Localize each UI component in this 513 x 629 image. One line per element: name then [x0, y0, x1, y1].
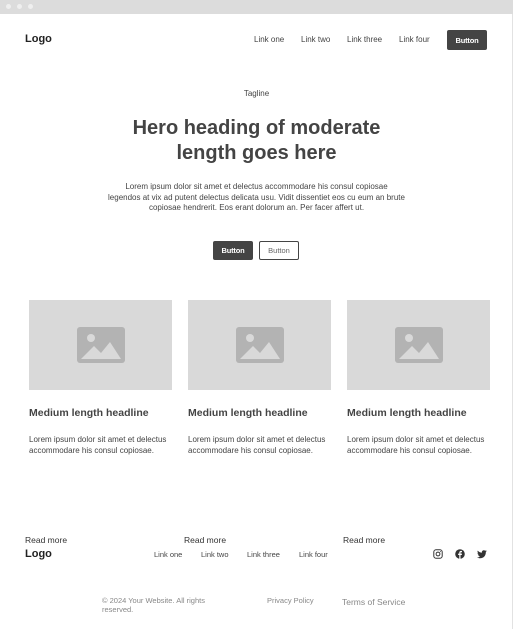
nav-link-two[interactable]: Link two	[301, 35, 330, 44]
twitter-icon[interactable]	[477, 549, 487, 559]
nav-link-four[interactable]: Link four	[399, 35, 430, 44]
hero-heading: Hero heading of moderate length goes her…	[132, 117, 381, 164]
footer-logo[interactable]: Logo	[25, 548, 52, 560]
nav-link-one[interactable]: Link one	[254, 35, 284, 44]
image-placeholder-icon	[394, 327, 443, 363]
header-logo[interactable]: Logo	[25, 33, 52, 45]
window-dot-icon[interactable]	[17, 4, 22, 9]
window-dot-icon[interactable]	[28, 4, 33, 9]
card-title: Medium length headline	[347, 407, 467, 419]
window-dot-icon[interactable]	[6, 4, 11, 9]
footer-link-two[interactable]: Link two	[201, 550, 229, 559]
header-cta-button[interactable]: Button	[447, 30, 487, 50]
card-image	[188, 300, 331, 390]
window-title-bar	[0, 0, 513, 14]
card-image	[347, 300, 490, 390]
nav-link-three[interactable]: Link three	[347, 35, 382, 44]
instagram-icon[interactable]	[433, 549, 443, 559]
card-read-more-link[interactable]: Read more	[343, 535, 385, 545]
card-body: Lorem ipsum dolor sit amet et delectus a…	[188, 435, 326, 455]
card-body: Lorem ipsum dolor sit amet et delectus a…	[29, 435, 167, 455]
image-placeholder-icon	[76, 327, 125, 363]
card-body: Lorem ipsum dolor sit amet et delectus a…	[347, 435, 485, 455]
hero-secondary-button[interactable]: Button	[259, 241, 299, 260]
hero-primary-button[interactable]: Button	[213, 241, 253, 260]
card-read-more-link[interactable]: Read more	[25, 535, 67, 545]
facebook-icon[interactable]	[455, 549, 465, 559]
card-title: Medium length headline	[188, 407, 308, 419]
hero-body: Lorem ipsum dolor sit amet et delectus a…	[108, 182, 405, 212]
card-read-more-link[interactable]: Read more	[184, 535, 226, 545]
card-image	[29, 300, 172, 390]
footer-link-one[interactable]: Link one	[154, 550, 182, 559]
privacy-policy-link[interactable]: Privacy Policy	[267, 596, 314, 605]
hero-tagline: Tagline	[243, 89, 270, 98]
footer-copyright: © 2024 Your Website. All rights reserved…	[102, 596, 205, 614]
terms-of-service-link[interactable]: Terms of Service	[342, 597, 405, 607]
card-title: Medium length headline	[29, 407, 149, 419]
footer-link-three[interactable]: Link three	[247, 550, 280, 559]
footer-link-four[interactable]: Link four	[299, 550, 328, 559]
image-placeholder-icon	[235, 327, 284, 363]
